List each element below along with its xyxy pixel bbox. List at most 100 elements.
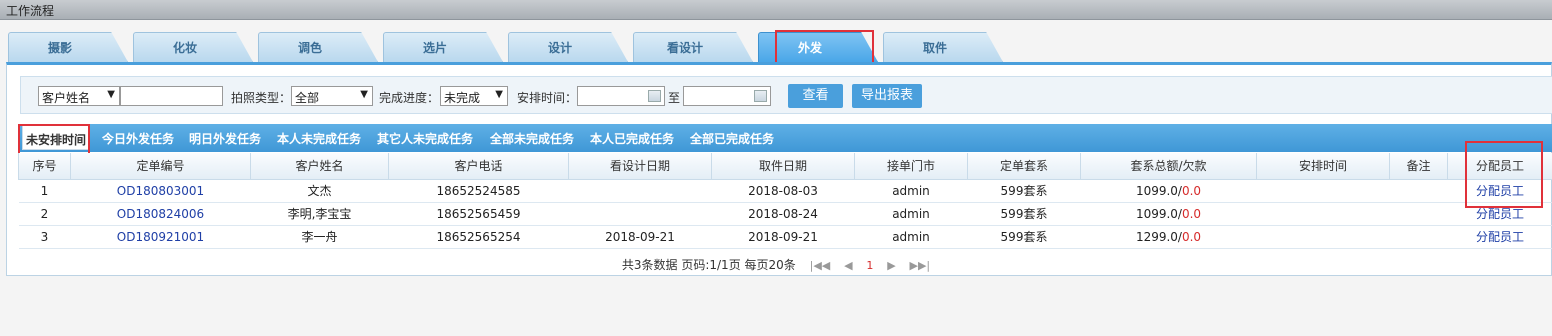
tab-select[interactable]: 选片 — [383, 32, 503, 62]
cell-no: 1 — [18, 179, 71, 203]
calendar-icon[interactable] — [754, 90, 767, 102]
cell-total: 1099.0/0.0 — [1080, 202, 1257, 226]
header-total: 套系总额/欠款 — [1080, 153, 1257, 180]
header-package: 定单套系 — [967, 153, 1081, 180]
cell-note — [1389, 225, 1448, 249]
tab-pickup[interactable]: 取件 — [883, 32, 1003, 62]
header-assign: 分配员工 — [1447, 153, 1552, 180]
order-link[interactable]: OD180921001 — [70, 225, 251, 249]
tab-makeup[interactable]: 化妆 — [133, 32, 253, 62]
export-report-button[interactable]: 导出报表 — [852, 84, 922, 108]
cell-phone: 18652565254 — [388, 225, 569, 249]
tab-photo[interactable]: 摄影 — [8, 32, 128, 62]
table-row: 3 OD180921001 李一舟 18652565254 2018-09-21… — [18, 225, 1552, 249]
title-bar: 工作流程 — [0, 0, 1552, 20]
cell-name: 文杰 — [250, 179, 389, 203]
to-label: 至 — [668, 91, 681, 105]
cell-note — [1389, 179, 1448, 203]
view-button[interactable]: 查看 — [788, 84, 843, 108]
assign-staff-link[interactable]: 分配员工 — [1447, 179, 1552, 203]
pager: 共3条数据 页码:1/1页 每页20条 |◀◀ ◀ 1 ▶ ▶▶| — [0, 256, 1552, 273]
table-row: 2 OD180824006 李明,李宝宝 18652565459 2018-08… — [18, 202, 1552, 226]
header-no: 序号 — [18, 153, 71, 180]
tab-view-design[interactable]: 看设计 — [633, 32, 753, 62]
first-page-icon[interactable]: |◀◀ — [810, 259, 831, 272]
subtab-tomorrow[interactable]: 明日外发任务 — [189, 130, 261, 147]
table-header: 序号 定单编号 客户姓名 客户电话 看设计日期 取件日期 接单门市 定单套系 套… — [18, 153, 1552, 180]
task-table: 序号 定单编号 客户姓名 客户电话 看设计日期 取件日期 接单门市 定单套系 套… — [18, 153, 1552, 249]
header-phone: 客户电话 — [388, 153, 569, 180]
cell-phone: 18652524585 — [388, 179, 569, 203]
cell-total: 1299.0/0.0 — [1080, 225, 1257, 249]
tab-design[interactable]: 设计 — [508, 32, 628, 62]
header-name: 客户姓名 — [250, 153, 389, 180]
cell-note — [1389, 202, 1448, 226]
cell-name: 李明,李宝宝 — [250, 202, 389, 226]
cell-store: admin — [854, 179, 968, 203]
cell-store: admin — [854, 225, 968, 249]
subtab-others-incomplete[interactable]: 其它人未完成任务 — [377, 130, 473, 147]
cell-no: 3 — [18, 225, 71, 249]
calendar-icon[interactable] — [648, 90, 661, 102]
subtab-mine-incomplete[interactable]: 本人未完成任务 — [277, 130, 361, 147]
table-row: 1 OD180803001 文杰 18652524585 2018-08-03 … — [18, 179, 1552, 203]
tab-outsource[interactable]: 外发 — [758, 32, 878, 62]
chevron-down-icon: ▼ — [495, 89, 503, 100]
cell-store: admin — [854, 202, 968, 226]
cell-package: 599套系 — [967, 179, 1081, 203]
end-date-input[interactable] — [683, 86, 771, 106]
cell-design-date — [568, 202, 712, 226]
photo-type-label: 拍照类型： — [231, 91, 292, 105]
owe-value: 0.0 — [1181, 229, 1202, 244]
chevron-down-icon: ▼ — [107, 89, 115, 100]
subtab-mine-complete[interactable]: 本人已完成任务 — [590, 130, 674, 147]
cell-time — [1256, 179, 1390, 203]
cell-design-date — [568, 179, 712, 203]
owe-value: 0.0 — [1181, 183, 1202, 198]
subtab-all-complete[interactable]: 全部已完成任务 — [690, 130, 774, 147]
progress-label: 完成进度： — [379, 91, 440, 105]
subtab-all-incomplete[interactable]: 全部未完成任务 — [490, 130, 574, 147]
order-link[interactable]: OD180824006 — [70, 202, 251, 226]
chevron-down-icon: ▼ — [360, 89, 368, 100]
header-store: 接单门市 — [854, 153, 968, 180]
name-input[interactable] — [120, 86, 223, 106]
filter-bar: 客户姓名 ▼ 拍照类型： 全部 ▼ 完成进度： 未完成 ▼ 安排时间： 至 查看 导出… — [20, 76, 1552, 114]
start-date-input[interactable] — [577, 86, 665, 106]
header-order: 定单编号 — [70, 153, 251, 180]
subtab-unscheduled[interactable]: 未安排时间 — [22, 125, 91, 150]
cell-pickup-date: 2018-08-03 — [711, 179, 855, 203]
header-note: 备注 — [1389, 153, 1448, 180]
cell-time — [1256, 202, 1390, 226]
task-subtabs: 未安排时间 今日外发任务 明日外发任务 本人未完成任务 其它人未完成任务 全部未… — [18, 124, 1552, 152]
current-page[interactable]: 1 — [866, 259, 873, 272]
workflow-tabs: 摄影 化妆 调色 选片 设计 看设计 外发 取件 — [0, 28, 1552, 62]
cell-pickup-date: 2018-09-21 — [711, 225, 855, 249]
cell-total: 1099.0/0.0 — [1080, 179, 1257, 203]
cell-pickup-date: 2018-08-24 — [711, 202, 855, 226]
cell-no: 2 — [18, 202, 71, 226]
pager-summary: 共3条数据 页码:1/1页 每页20条 — [621, 258, 796, 272]
cell-design-date: 2018-09-21 — [568, 225, 712, 249]
assign-staff-link[interactable]: 分配员工 — [1447, 225, 1552, 249]
assign-staff-link[interactable]: 分配员工 — [1447, 202, 1552, 226]
owe-value: 0.0 — [1181, 206, 1202, 221]
subtab-today[interactable]: 今日外发任务 — [102, 130, 174, 147]
cell-package: 599套系 — [967, 202, 1081, 226]
progress-select[interactable]: 未完成 ▼ — [440, 86, 508, 106]
cell-phone: 18652565459 — [388, 202, 569, 226]
cell-time — [1256, 225, 1390, 249]
photo-type-select[interactable]: 全部 ▼ — [291, 86, 373, 106]
next-page-icon[interactable]: ▶ — [887, 259, 895, 272]
name-type-select[interactable]: 客户姓名 ▼ — [38, 86, 120, 106]
cell-package: 599套系 — [967, 225, 1081, 249]
header-pickup-date: 取件日期 — [711, 153, 855, 180]
last-page-icon[interactable]: ▶▶| — [909, 259, 930, 272]
cell-name: 李一舟 — [250, 225, 389, 249]
prev-page-icon[interactable]: ◀ — [844, 259, 852, 272]
tab-color[interactable]: 调色 — [258, 32, 378, 62]
order-link[interactable]: OD180803001 — [70, 179, 251, 203]
time-label: 安排时间： — [517, 91, 578, 105]
header-time: 安排时间 — [1256, 153, 1390, 180]
window-title: 工作流程 — [6, 4, 55, 18]
